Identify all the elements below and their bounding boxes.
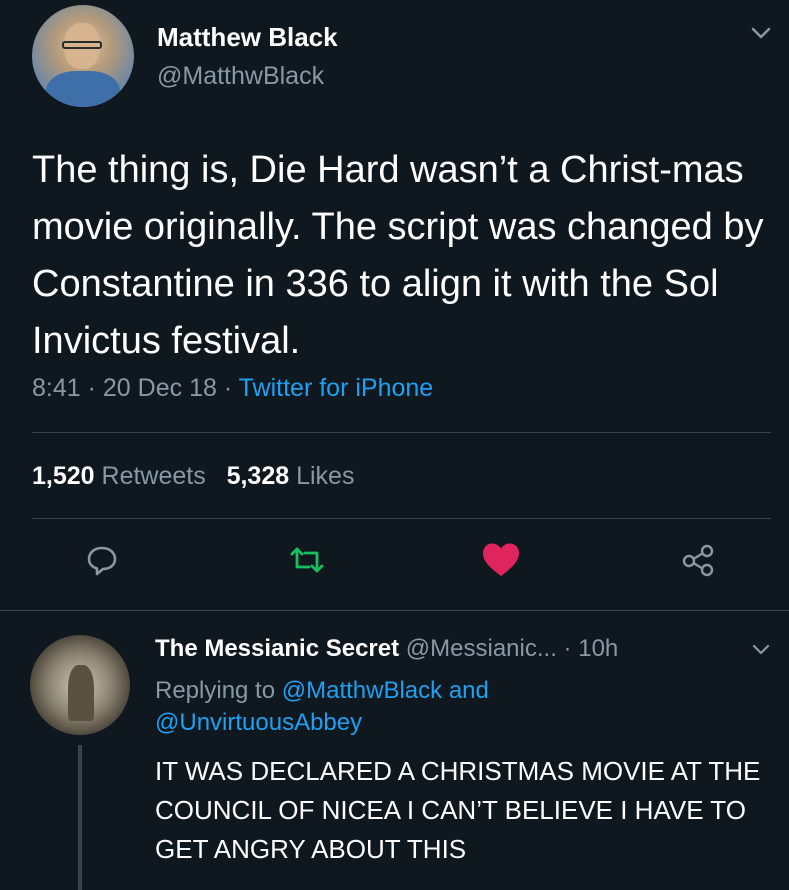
reply-icon [87,546,117,576]
mention-link[interactable]: @MatthwBlack [282,677,442,704]
share-button[interactable] [676,538,720,582]
avatar-glasses [62,41,102,49]
tweet-time: 8:41 [32,374,81,402]
share-icon [682,544,714,577]
replying-to: Replying to @MatthwBlack and @Unvirtuous… [155,675,755,739]
tweet-stats: 1,520 Retweets 5,328 Likes [32,462,354,491]
retweet-icon [290,547,324,573]
meta-separator: · [223,374,239,402]
thread-line [78,745,82,890]
retweets-count: 1,520 [32,462,95,490]
author-avatar[interactable] [32,5,134,107]
reply-tweet: The Messianic Secret @Messianic... · 10h… [0,611,789,890]
reply-header: The Messianic Secret @Messianic... · 10h [155,635,618,663]
tweet-meta: 8:41 · 20 Dec 18 · Twitter for iPhone [32,374,433,403]
tweet-actions [0,538,789,588]
heart-icon [483,543,519,576]
divider [32,518,771,519]
reply-button[interactable] [80,538,124,582]
avatar-body [46,71,120,107]
main-tweet: Matthew Black @MatthwBlack The thing is,… [0,0,789,610]
tweet-date: 20 Dec 18 [102,374,217,402]
tweet-text: The thing is, Die Hard wasn’t a Christ-m… [32,149,764,362]
reply-text: IT WAS DECLARED A CHRISTMAS MOVIE AT THE… [155,756,761,864]
avatar-figure [68,665,94,721]
retweet-button[interactable] [285,538,329,582]
retweets-stat[interactable]: 1,520 Retweets [32,462,206,490]
likes-label: Likes [296,462,355,490]
tweet-source-link[interactable]: Twitter for iPhone [239,374,434,402]
reply-time: 10h [578,635,619,662]
mention-link[interactable]: @UnvirtuousAbbey [155,709,362,736]
and-word: and [448,677,489,704]
divider [32,432,771,433]
retweets-label: Retweets [101,462,206,490]
likes-count: 5,328 [226,462,290,490]
like-button[interactable] [479,538,523,582]
chevron-down-icon[interactable] [752,643,770,657]
meta-separator: · [563,635,579,662]
meta-separator: · [87,374,103,402]
reply-author-handle[interactable]: @Messianic... [406,635,557,662]
likes-stat[interactable]: 5,328 Likes [227,462,355,490]
reply-author-avatar[interactable] [30,635,130,735]
chevron-down-icon[interactable] [750,24,772,42]
author-handle[interactable]: @MatthwBlack [157,62,324,91]
author-name[interactable]: Matthew Black [157,22,338,53]
replying-prefix: Replying to [155,677,276,704]
reply-author-name[interactable]: The Messianic Secret [155,635,399,662]
